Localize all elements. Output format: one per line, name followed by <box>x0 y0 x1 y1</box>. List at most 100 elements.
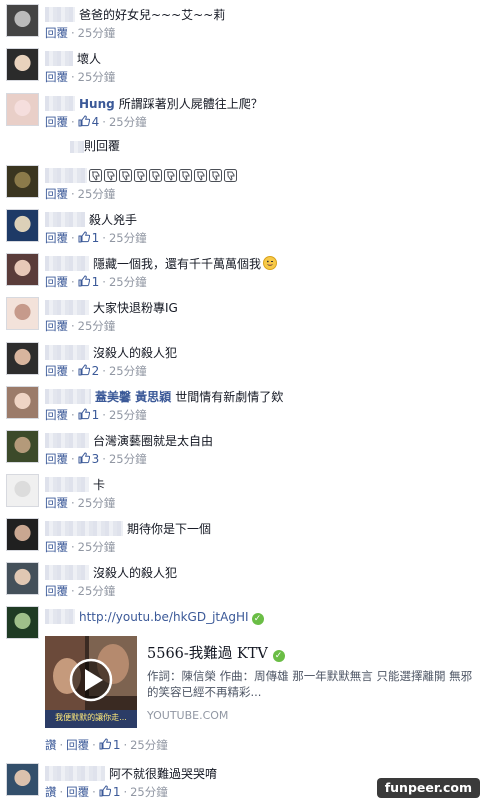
timestamp[interactable]: 25分鐘 <box>109 452 147 466</box>
timestamp[interactable]: 25分鐘 <box>78 540 116 554</box>
link-card-title[interactable]: 5566-我難過 KTV ✓ <box>147 642 285 663</box>
reply-link[interactable]: 回覆 <box>66 785 89 799</box>
avatar[interactable] <box>6 93 39 126</box>
timestamp[interactable]: 25分鐘 <box>109 231 147 245</box>
video-thumbnail[interactable]: 我便默默的讓你走... <box>45 636 137 728</box>
like-count[interactable]: 3 <box>78 452 99 466</box>
comment-row: 沒殺人的殺人犯 回覆 · 25分鐘 <box>0 562 488 602</box>
timestamp[interactable]: 25分鐘 <box>78 187 116 201</box>
timestamp[interactable]: 25分鐘 <box>109 115 147 129</box>
reply-link[interactable]: 回覆 <box>45 231 68 245</box>
link-preview-card[interactable]: 我便默默的讓你走... 5566-我難過 KTV ✓ 作詞：陳信榮 作曲：周傳雄… <box>45 636 475 732</box>
thumbs-up-icon <box>78 231 90 245</box>
tagged-name[interactable]: 蓋美馨 黃思穎 <box>95 390 171 404</box>
timestamp[interactable]: 25分鐘 <box>130 738 168 752</box>
reply-link[interactable]: 回覆 <box>45 26 68 40</box>
avatar[interactable] <box>6 562 39 595</box>
reply-link[interactable]: 回覆 <box>45 70 68 84</box>
timestamp[interactable]: 25分鐘 <box>130 785 168 799</box>
reply-link[interactable]: 回覆 <box>45 496 68 510</box>
verified-check-icon: ✓ <box>251 613 264 625</box>
avatar[interactable] <box>6 474 39 507</box>
like-count[interactable]: 1 <box>78 408 99 422</box>
comment-row: 卡回覆 · 25分鐘 <box>0 474 488 514</box>
blurred-author-name[interactable] <box>45 168 87 183</box>
timestamp[interactable]: 25分鐘 <box>78 496 116 510</box>
avatar[interactable] <box>6 386 39 419</box>
blurred-author-name[interactable] <box>45 609 75 624</box>
reply-link[interactable]: 回覆 <box>45 187 68 201</box>
separator: · <box>71 364 75 378</box>
comment-body: 爸爸的好女兒~~~艾~~莉 <box>45 4 225 22</box>
like-count[interactable]: 2 <box>78 364 99 378</box>
avatar[interactable] <box>6 297 39 330</box>
timestamp[interactable]: 25分鐘 <box>109 408 147 422</box>
avatar[interactable] <box>6 518 39 551</box>
comment-text: 台灣演藝圈就是太自由 <box>93 434 214 448</box>
comment-actions: 讚 · 回覆 · 1 · 25分鐘 <box>45 784 168 800</box>
like-count[interactable]: 1 <box>78 275 99 289</box>
reply-link[interactable]: 回覆 <box>45 452 68 466</box>
reply-link[interactable]: 回覆 <box>45 115 68 129</box>
reply-link[interactable]: 回覆 <box>45 319 68 333</box>
like-count[interactable]: 1 <box>99 785 120 799</box>
timestamp[interactable]: 25分鐘 <box>109 275 147 289</box>
tagged-name[interactable]: Hung <box>79 97 115 111</box>
reply-link[interactable]: 回覆 <box>66 738 89 752</box>
thumbs-down-icon <box>224 167 237 182</box>
comment-actions: 回覆 · 1 · 25分鐘 <box>45 407 147 423</box>
like-count[interactable]: 4 <box>78 115 99 129</box>
avatar[interactable] <box>6 253 39 286</box>
blurred-author-name[interactable] <box>45 477 89 492</box>
reply-link[interactable]: 回覆 <box>45 408 68 422</box>
timestamp[interactable]: 25分鐘 <box>78 26 116 40</box>
comment-text: 沒殺人的殺人犯 <box>93 566 178 580</box>
reply-link[interactable]: 回覆 <box>45 364 68 378</box>
reply-link[interactable]: 回覆 <box>45 540 68 554</box>
avatar[interactable] <box>6 430 39 463</box>
blurred-author-name[interactable] <box>45 300 89 315</box>
avatar[interactable] <box>6 4 39 37</box>
thumbs-down-icon <box>194 167 207 182</box>
avatar[interactable] <box>6 606 39 639</box>
separator: · <box>92 785 96 799</box>
like-count[interactable]: 1 <box>99 738 120 752</box>
separator: · <box>59 785 64 799</box>
blurred-author-name[interactable] <box>45 51 73 66</box>
blurred-author-name[interactable] <box>45 96 75 111</box>
comment-row: 殺人兇手 回覆 · 1 · 25分鐘 <box>0 209 488 249</box>
like-link[interactable]: 讚 <box>45 738 57 752</box>
blurred-author-name[interactable] <box>45 345 89 360</box>
avatar[interactable] <box>6 342 39 375</box>
blurred-author-name[interactable] <box>45 565 89 580</box>
comment-body: 期待你是下一個 <box>45 518 211 536</box>
avatar[interactable] <box>6 209 39 242</box>
thumbs-down-icon <box>164 167 177 182</box>
separator: · <box>102 231 106 245</box>
like-link[interactable]: 讚 <box>45 785 57 799</box>
view-replies-link[interactable]: 則回覆 <box>70 137 120 153</box>
comment-link[interactable]: http://youtu.be/hkGD_jtAgHI <box>79 610 249 624</box>
avatar[interactable] <box>6 165 39 198</box>
blurred-author-name[interactable] <box>45 256 89 271</box>
comment-body: 殺人兇手 <box>45 209 137 227</box>
reply-link[interactable]: 回覆 <box>45 275 68 289</box>
blurred-author-name[interactable] <box>45 521 123 536</box>
timestamp[interactable]: 25分鐘 <box>78 70 116 84</box>
avatar[interactable] <box>6 763 39 796</box>
timestamp[interactable]: 25分鐘 <box>78 584 116 598</box>
blurred-author-name[interactable] <box>45 7 75 22</box>
timestamp[interactable]: 25分鐘 <box>78 319 116 333</box>
comment-row: 沒殺人的殺人犯 回覆 · 2 · 25分鐘 <box>0 342 488 382</box>
blurred-author-name[interactable] <box>45 389 91 404</box>
blurred-author-name[interactable] <box>45 433 89 448</box>
avatar[interactable] <box>6 48 39 81</box>
separator: · <box>123 785 128 799</box>
blurred-author-name[interactable] <box>45 766 105 781</box>
blurred-author-name[interactable] <box>45 212 85 227</box>
timestamp[interactable]: 25分鐘 <box>109 364 147 378</box>
tongue-emoji-icon <box>261 253 278 272</box>
reply-link[interactable]: 回覆 <box>45 584 68 598</box>
comment-actions: 讚 · 回覆 · 1 · 25分鐘 <box>45 737 168 753</box>
like-count[interactable]: 1 <box>78 231 99 245</box>
